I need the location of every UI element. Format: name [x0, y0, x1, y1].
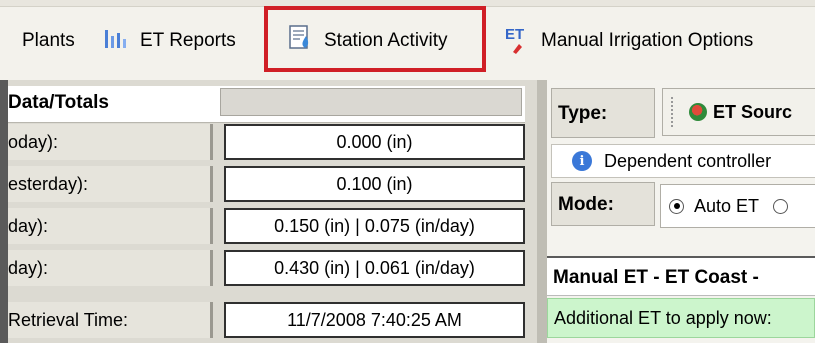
panel-left-edge	[0, 80, 8, 343]
selected-tab-highlight	[264, 6, 486, 72]
et-icon: ET	[505, 26, 531, 56]
toolbar-plants-label: Plants	[22, 30, 75, 51]
info-text: Dependent controller	[604, 150, 772, 171]
mode-options: Auto ET	[660, 184, 815, 228]
data-totals-header: Data/Totals	[8, 86, 525, 123]
data-totals-title: Data/Totals	[8, 92, 110, 113]
auto-et-label: Auto ET	[694, 195, 760, 216]
grip-handle	[671, 97, 677, 127]
toolbar-manual-irrigation-label: Manual Irrigation Options	[541, 30, 754, 51]
row-value-today: 0.000 (in)	[224, 124, 525, 160]
auto-et-radio[interactable]	[669, 198, 684, 214]
row-label-today: oday):	[8, 124, 213, 160]
panel-splitter[interactable]	[537, 80, 547, 343]
mode-radio-2[interactable]	[773, 198, 789, 214]
status-dot-icon	[689, 103, 707, 121]
type-dropdown[interactable]: ET Sourc	[662, 88, 815, 136]
row-label-retrieval-time: Retrieval Time:	[8, 302, 213, 338]
type-dropdown-value: ET Sourc	[713, 101, 793, 122]
data-totals-header-box	[220, 88, 522, 116]
row-value-period-1: 0.150 (in) | 0.075 (in/day)	[224, 208, 525, 244]
manual-et-section-title: Manual ET - ET Coast -	[547, 256, 815, 296]
row-value-period-2: 0.430 (in) | 0.061 (in/day)	[224, 250, 525, 286]
row-value-yesterday: 0.100 (in)	[224, 166, 525, 202]
row-label-period-1: day):	[8, 208, 213, 244]
bar-chart-icon	[104, 26, 130, 56]
info-icon: i	[572, 151, 592, 171]
toolbar-plants-button[interactable]: Plants	[22, 22, 75, 60]
row-label-period-2: day):	[8, 250, 213, 286]
mode-label: Mode:	[551, 182, 655, 226]
row-value-retrieval-time: 11/7/2008 7:40:25 AM	[224, 302, 525, 338]
toolbar-manual-irrigation-button[interactable]: ET Manual Irrigation Options	[505, 22, 753, 60]
info-row: i Dependent controller	[551, 144, 815, 178]
toolbar-et-reports-label: ET Reports	[140, 30, 236, 51]
toolbar-et-reports-button[interactable]: ET Reports	[104, 22, 236, 60]
additional-et-row: Additional ET to apply now:	[547, 298, 815, 338]
row-label-yesterday: esterday):	[8, 166, 213, 202]
type-label: Type:	[551, 88, 655, 138]
